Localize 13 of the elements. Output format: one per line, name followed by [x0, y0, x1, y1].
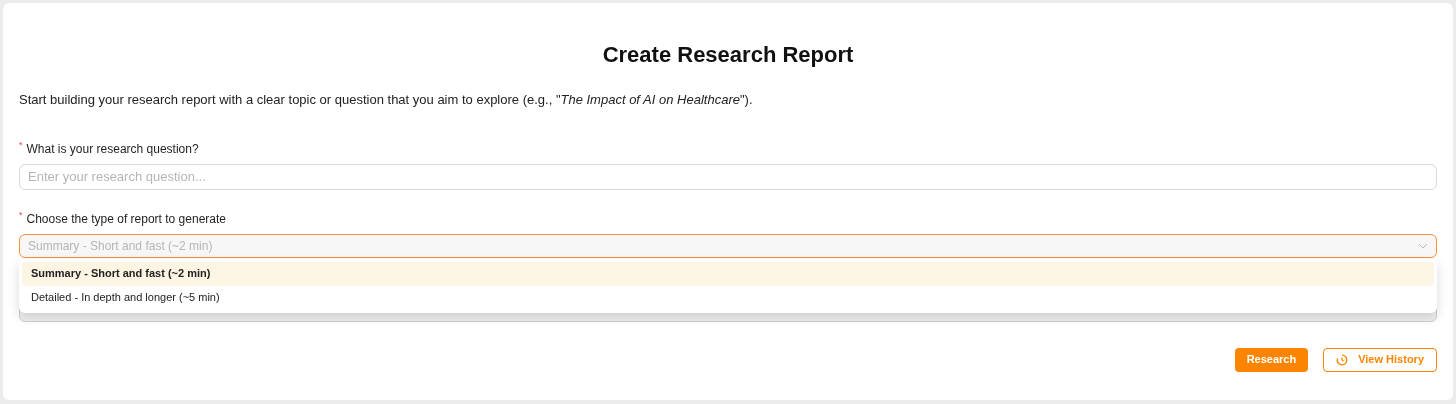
required-mark: *: [19, 140, 23, 150]
research-button[interactable]: Research: [1234, 347, 1309, 372]
chevron-down-icon: [1418, 242, 1428, 249]
view-history-button[interactable]: View History: [1323, 347, 1437, 372]
question-field[interactable]: Enter your research question...: [19, 163, 1437, 190]
required-mark: *: [19, 210, 23, 220]
field-label: What is your research question?: [26, 140, 199, 158]
dropdown-option[interactable]: Summary - Short and fast (~2 min): [22, 261, 1434, 286]
history-icon: [1336, 353, 1349, 366]
report-type-select[interactable]: Summary - Short and fast (~2 min): [19, 233, 1437, 258]
page-title: Create Research Report: [601, 41, 855, 69]
field-label: Choose the type of report to generate: [26, 210, 226, 228]
intro-text: Start building your research report with a clear topic or question that you aim to explore (e.g., "The Impact of AI on Healthcare").: [19, 91, 754, 109]
